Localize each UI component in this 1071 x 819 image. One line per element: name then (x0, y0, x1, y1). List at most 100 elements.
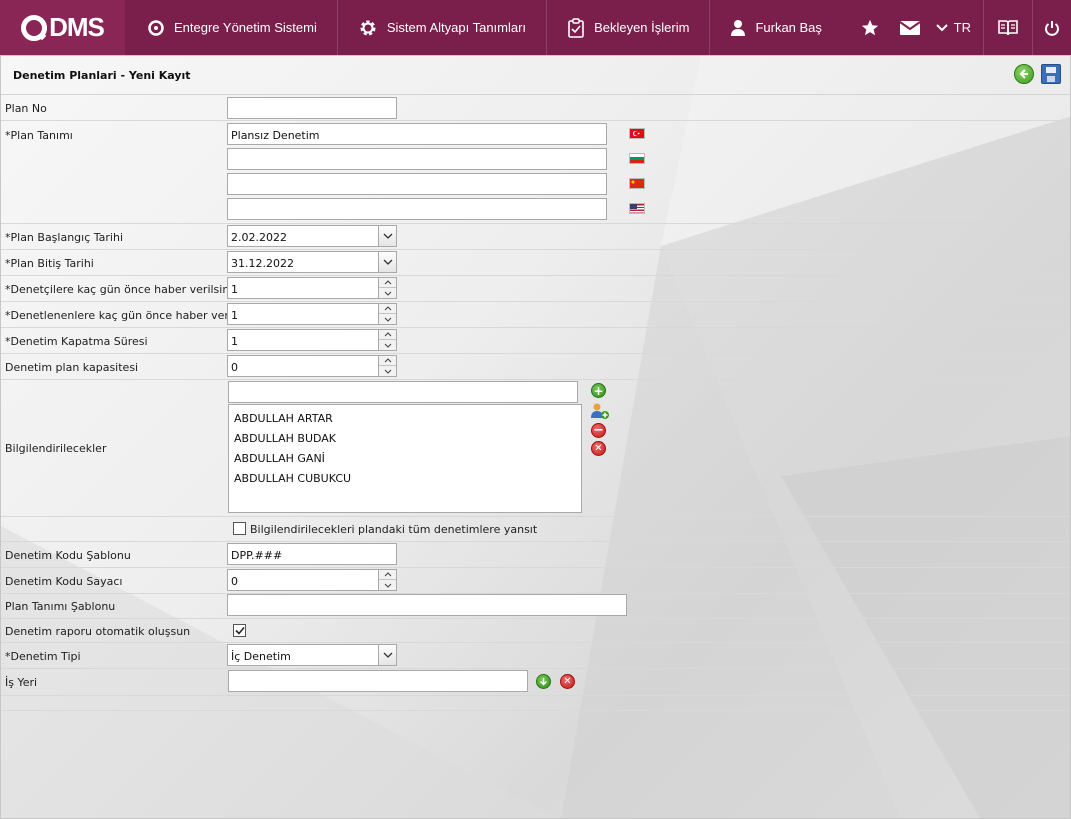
empty-row (1, 696, 1070, 711)
chevron-down-icon[interactable] (379, 366, 396, 376)
plan-kapasitesi-stepper[interactable]: 0 (227, 355, 397, 377)
plan-tanimi-us-input[interactable] (227, 198, 607, 220)
chevron-up-icon[interactable] (379, 330, 396, 340)
kod-sayaci-stepper[interactable]: 0 (227, 569, 397, 591)
remove-button[interactable]: − (591, 423, 606, 438)
plan-no-input[interactable] (227, 97, 397, 119)
list-item[interactable]: ABDULLAH GANİ (234, 452, 325, 465)
nav-entegre-yonetim[interactable]: Entegre Yönetim Sistemi (125, 0, 338, 55)
language-label: TR (953, 20, 971, 35)
user-icon (731, 19, 746, 36)
select-value: 2.02.2022 (231, 231, 287, 244)
plan-tanimi-cn-input[interactable] (227, 173, 607, 195)
star-icon[interactable] (850, 0, 890, 55)
plan-tanimi-bg-input[interactable] (227, 148, 607, 170)
row-plan-tanimi: *Plan Tanımı Plansız Denetim (1, 121, 1070, 224)
field-label: *Denetçilere kaç gün önce haber verilsin… (5, 283, 236, 296)
denetim-tipi-select[interactable]: İç Denetim (227, 644, 397, 666)
nav-label: Sistem Altyapı Tanımları (386, 20, 527, 35)
q-logo-icon (21, 14, 48, 41)
select-value: İç Denetim (231, 650, 291, 663)
denetci-gun-stepper[interactable]: 1 (227, 277, 397, 299)
clear-button[interactable]: ✕ (591, 441, 606, 456)
list-item[interactable]: ABDULLAH ARTAR (234, 412, 333, 425)
field-label: *Plan Bitiş Tarihi (5, 257, 94, 270)
baslangic-tarihi-select[interactable]: 2.02.2022 (227, 225, 397, 247)
is-yeri-input[interactable] (228, 670, 528, 692)
chevron-up-icon[interactable] (379, 304, 396, 314)
page-content: Denetim Planlari - Yeni Kayıt Plan No *P… (0, 55, 1071, 819)
row-baslangic-tarihi: *Plan Başlangıç Tarihi 2.02.2022 (1, 224, 1070, 250)
add-user-icon[interactable] (590, 402, 610, 420)
nav-label: Furkan Baş (755, 20, 822, 35)
chevron-down-icon[interactable] (378, 226, 396, 246)
field-label: Denetim raporu otomatik oluşsun (5, 625, 191, 638)
select-is-yeri-button[interactable] (536, 674, 551, 689)
stepper-value: 0 (231, 361, 238, 374)
otomatik-rapor-checkbox[interactable] (233, 624, 246, 637)
checkmark-icon (234, 626, 245, 635)
field-label: Denetim plan kapasitesi (5, 361, 139, 374)
field-label: Plan No (5, 102, 47, 115)
power-icon[interactable] (1033, 0, 1071, 55)
list-item[interactable]: ABDULLAH CUBUKCU (234, 472, 351, 485)
clear-is-yeri-button[interactable]: ✕ (560, 674, 575, 689)
chevron-down-icon[interactable] (379, 340, 396, 350)
stepper-value: 1 (231, 335, 238, 348)
stepper-value: 1 (231, 309, 238, 322)
kapatma-suresi-stepper[interactable]: 1 (227, 329, 397, 351)
field-label: Bilgilendirilecekler (5, 442, 107, 455)
book-icon[interactable] (984, 0, 1032, 55)
row-yansit: Bilgilendirilecekleri plandaki tüm denet… (1, 517, 1070, 542)
yansit-label: Bilgilendirilecekleri plandaki tüm denet… (250, 523, 538, 536)
chevron-up-icon[interactable] (379, 570, 396, 580)
chevron-down-icon[interactable] (379, 314, 396, 324)
page-title: Denetim Planlari - Yeni Kayıt (13, 69, 191, 82)
stepper-value: 1 (231, 283, 238, 296)
chevron-down-icon[interactable] (378, 252, 396, 272)
denetlenen-gun-stepper[interactable]: 1 (227, 303, 397, 325)
select-value: 31.12.2022 (231, 257, 294, 270)
field-label: *Denetlenenlere kaç gün önce haber veril… (5, 309, 257, 322)
clipboard-icon (568, 17, 584, 38)
field-label: *Denetim Kapatma Süresi (5, 335, 148, 348)
dms-logo[interactable]: DMS (0, 0, 125, 55)
chevron-down-icon[interactable] (378, 645, 396, 665)
row-otomatik-rapor: Denetim raporu otomatik oluşsun (1, 619, 1070, 643)
plan-tanimi-tr-input[interactable]: Plansız Denetim (227, 123, 607, 145)
add-button[interactable]: + (591, 383, 606, 398)
chevron-down-icon[interactable] (379, 580, 396, 590)
turkey-flag-icon (629, 128, 645, 139)
bilgilendirilecekler-listbox[interactable]: ABDULLAH ARTAR ABDULLAH BUDAK ABDULLAH G… (228, 404, 582, 513)
close-icon: ✕ (594, 442, 603, 454)
list-item[interactable]: ABDULLAH BUDAK (234, 432, 336, 445)
q-logo-icon (148, 19, 164, 36)
row-is-yeri: İş Yeri ✕ (1, 669, 1070, 696)
yansit-checkbox[interactable] (233, 522, 246, 535)
gear-icon (360, 20, 376, 35)
field-label: Plan Tanımı Şablonu (5, 600, 116, 613)
bitis-tarihi-select[interactable]: 31.12.2022 (227, 251, 397, 273)
nav-user-menu[interactable]: Furkan Baş (710, 0, 841, 55)
bulgaria-flag-icon (629, 153, 645, 164)
field-label: *Denetim Tipi (5, 650, 81, 663)
kod-sablonu-input[interactable]: DPP.### (227, 543, 397, 565)
tanim-sablonu-input[interactable] (227, 594, 627, 616)
row-plan-kapasitesi: Denetim plan kapasitesi 0 (1, 354, 1070, 380)
mail-icon[interactable] (890, 0, 930, 55)
chevron-up-icon[interactable] (379, 356, 396, 366)
row-denetim-tipi: *Denetim Tipi İç Denetim (1, 643, 1070, 669)
back-button[interactable] (1014, 64, 1034, 84)
language-selector[interactable]: TR (930, 20, 983, 35)
stepper-value: 0 (231, 575, 238, 588)
row-bilgilendirilecekler: Bilgilendirilecekler ABDULLAH ARTAR ABDU… (1, 380, 1070, 517)
row-kapatma-suresi: *Denetim Kapatma Süresi 1 (1, 328, 1070, 354)
chevron-up-icon[interactable] (379, 278, 396, 288)
save-button[interactable] (1041, 64, 1061, 84)
chevron-down-icon[interactable] (379, 288, 396, 298)
bilgilendirilecekler-search-input[interactable] (228, 381, 578, 403)
chevron-down-icon (935, 23, 948, 31)
nav-sistem-altyapi[interactable]: Sistem Altyapı Tanımları (338, 0, 548, 55)
nav-bekleyen-islerim[interactable]: Bekleyen İşlerim (547, 0, 711, 55)
top-navbar: DMS Entegre Yönetim Sistemi Sistem Altya… (0, 0, 1071, 55)
